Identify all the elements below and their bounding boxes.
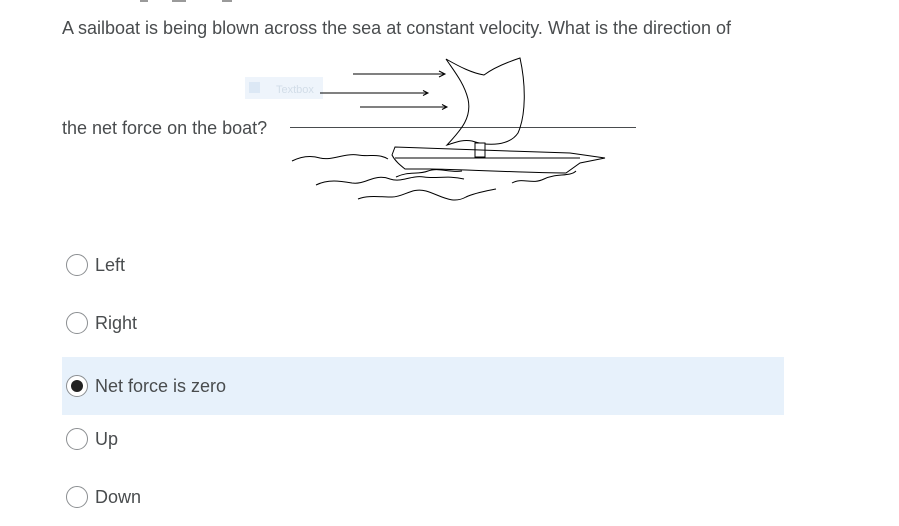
answer-option-net-force-zero[interactable]: Net force is zero: [62, 357, 784, 415]
question-text-line1: A sailboat is being blown across the sea…: [62, 18, 732, 38]
faint-textbox-label: Textbox: [276, 84, 314, 96]
answer-option-label: Down: [95, 487, 142, 507]
water-waves: [291, 154, 577, 201]
answer-option-left[interactable]: Left: [62, 236, 784, 294]
boat-hull: [391, 146, 606, 174]
answer-option-label: Net force is zero: [95, 376, 227, 396]
answer-option-label: Left: [95, 255, 126, 275]
radio-selected-dot: [71, 380, 83, 392]
radio-button[interactable]: [66, 254, 88, 276]
radio-button-selected[interactable]: [66, 375, 88, 397]
top-edge-strip: [0, 0, 899, 2]
faint-textbox-ghost: Textbox: [245, 77, 323, 99]
answer-option-right[interactable]: Right: [62, 294, 784, 352]
wind-arrows: [320, 70, 449, 110]
radio-button[interactable]: [66, 486, 88, 508]
answer-option-down[interactable]: Down: [62, 468, 784, 526]
question-text-line2: the net force on the boat?: [62, 118, 268, 138]
radio-button[interactable]: [66, 312, 88, 334]
answer-option-label: Right: [95, 313, 138, 333]
radio-button[interactable]: [66, 428, 88, 450]
sail-shape: [445, 57, 525, 146]
answer-option-up[interactable]: Up: [62, 410, 784, 468]
sailboat-figure: Textbox: [240, 55, 620, 215]
answer-option-label: Up: [95, 429, 119, 449]
